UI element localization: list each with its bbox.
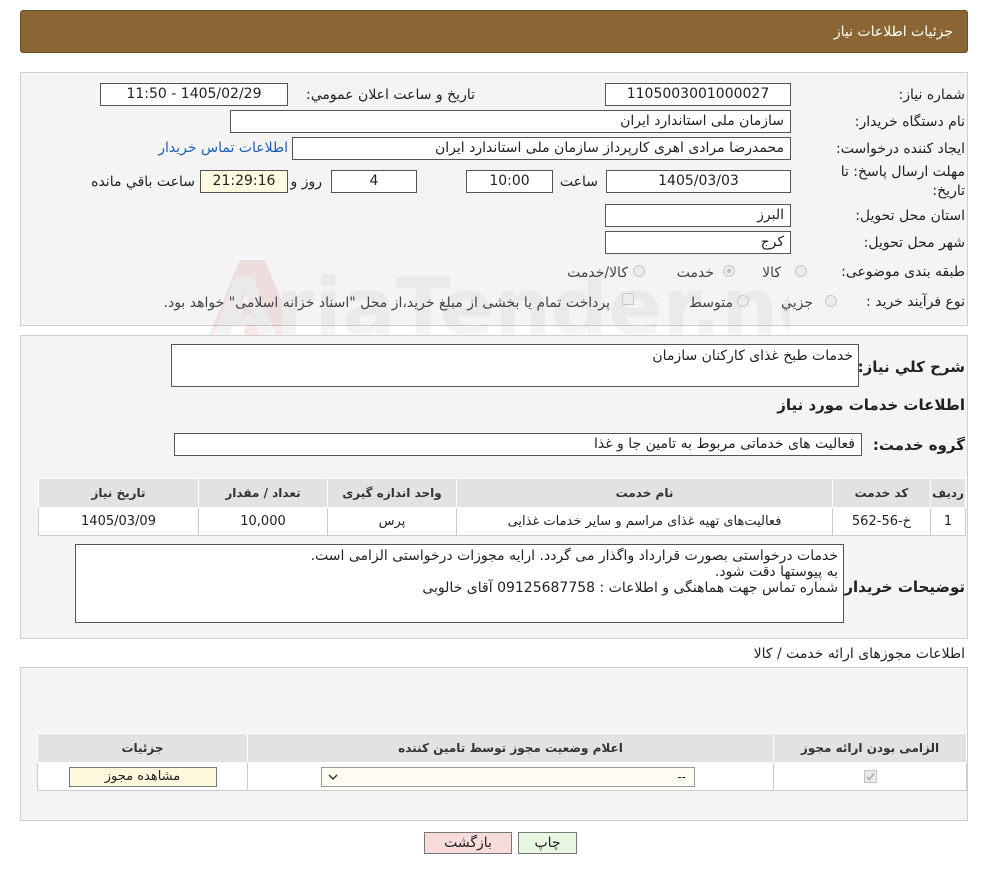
view-permit-button[interactable]: مشاهده مجوز <box>68 766 217 787</box>
buyer-notes-label: توضيحات خريدار: <box>838 578 965 596</box>
buyer-org-label: نام دستگاه خريدار: <box>854 114 965 130</box>
col-quantity: تعداد / مقدار <box>198 478 328 508</box>
deadline-label: مهلت ارسال پاسخ: تا <box>840 164 965 180</box>
summary-label: شرح کلي نياز: <box>857 358 965 376</box>
process-label: نوع فرآيند خريد : <box>866 294 965 310</box>
cell-code: خ-56-562 <box>832 507 931 536</box>
province-field: البرز <box>605 204 791 227</box>
back-button[interactable]: بازگشت <box>424 832 512 854</box>
province-label: استان محل تحويل: <box>855 208 965 224</box>
buyer-org-field: سازمان ملی استاندارد ایران <box>230 110 791 133</box>
remaining-time-field: 21:29:16 <box>200 170 288 193</box>
page-header: جزئیات اطلاعات نیاز <box>20 10 968 53</box>
cell-permit-details: مشاهده مجوز <box>37 762 248 791</box>
col-name: نام خدمت <box>456 478 833 508</box>
city-label: شهر محل تحويل: <box>863 235 965 251</box>
cell-permit-required <box>773 762 967 791</box>
permit-status-select[interactable]: -- <box>321 766 695 787</box>
permits-title: اطلاعات مجوزهای ارائه خدمت / کالا <box>753 646 965 662</box>
deadline-date-label: تاريخ: <box>932 183 965 199</box>
creator-label: ايجاد کننده درخواست: <box>836 141 965 157</box>
city-field: کرج <box>605 231 791 254</box>
check-icon <box>865 773 875 781</box>
category-goods-label: کالا <box>762 265 781 281</box>
cell-unit: پرس <box>327 507 457 536</box>
col-need-date: تاريخ نياز <box>38 478 199 508</box>
buyer-notes-line-3: شماره تماس جهت هماهنگی و اطلاعات : 09125… <box>422 580 838 596</box>
table-row: 1 خ-56-562 فعالیت‌های تهیه غذای مراسم و … <box>38 507 966 536</box>
process-radio-minor[interactable] <box>825 295 837 307</box>
process-minor-label: جزيي <box>781 295 813 311</box>
treasury-note: پرداخت تمام یا بخشی از مبلغ خرید،از محل … <box>163 295 610 311</box>
buyer-notes-textarea[interactable]: خدمات درخواستی بصورت قرارداد واگذار می گ… <box>75 544 844 623</box>
permit-status-value: -- <box>677 769 686 784</box>
permits-table-header: الزامی بودن ارائه مجوز اعلام وضعيت مجوز … <box>37 733 967 763</box>
process-radio-medium[interactable] <box>737 295 749 307</box>
category-radio-goods[interactable] <box>795 265 807 277</box>
cell-quantity: 10,000 <box>198 507 328 536</box>
category-label: طبقه بندی موضوعی: <box>841 264 965 280</box>
services-table-header: رديف کد خدمت نام خدمت واحد اندازه گيری ت… <box>38 478 966 508</box>
category-radio-goods-service[interactable] <box>633 265 645 277</box>
buyer-notes-line-2: به پیوستها دقت شود. <box>714 564 838 580</box>
col-permit-details: جزئيات <box>37 733 248 763</box>
days-field: 4 <box>331 170 417 193</box>
announce-date-label: تاریخ و ساعت اعلان عمومي: <box>306 87 475 103</box>
service-group-label: گروه خدمت: <box>872 436 965 454</box>
permit-required-checkbox[interactable] <box>863 770 877 783</box>
col-unit: واحد اندازه گيری <box>327 478 457 508</box>
summary-textarea[interactable]: خدمات طبخ غذای کارکنان سازمان <box>171 344 859 387</box>
cell-need-date: 1405/03/09 <box>38 507 199 536</box>
col-row: رديف <box>930 478 966 508</box>
process-medium-label: متوسط <box>689 295 733 311</box>
chevron-down-icon <box>328 773 338 780</box>
permits-table: الزامی بودن ارائه مجوز اعلام وضعيت مجوز … <box>37 733 967 791</box>
need-number-label: شماره نیاز: <box>898 87 966 103</box>
col-code: کد خدمت <box>832 478 931 508</box>
creator-field: محمدرضا مرادی اهری کارپرداز سازمان ملی ا… <box>292 137 791 160</box>
announce-date-field: 1405/02/29 - 11:50 <box>100 83 288 106</box>
page-title: جزئیات اطلاعات نیاز <box>833 24 953 40</box>
cell-name: فعالیت‌های تهیه غذای مراسم و سایر خدمات … <box>456 507 833 536</box>
services-table: رديف کد خدمت نام خدمت واحد اندازه گيری ت… <box>38 478 966 536</box>
treasury-checkbox[interactable] <box>622 293 634 305</box>
print-button[interactable]: چاپ <box>518 832 577 854</box>
table-row: -- مشاهده مجوز <box>37 762 967 791</box>
buyer-notes-line-1: خدمات درخواستی بصورت قرارداد واگذار می گ… <box>310 548 838 564</box>
col-permit-required: الزامی بودن ارائه مجوز <box>773 733 967 763</box>
category-goods-service-label: کالا/خدمت <box>567 265 628 281</box>
buyer-contact-link[interactable]: اطلاعات تماس خريدار <box>158 140 288 156</box>
cell-row: 1 <box>930 507 966 536</box>
deadline-time-field: 10:00 <box>466 170 553 193</box>
services-heading: اطلاعات خدمات مورد نياز <box>777 396 965 414</box>
days-label: روز و <box>290 174 323 190</box>
col-permit-status: اعلام وضعيت مجوز توسط تامين کننده <box>247 733 774 763</box>
deadline-date-field: 1405/03/03 <box>606 170 791 193</box>
deadline-time-label: ساعت <box>559 174 598 190</box>
cell-permit-status: -- <box>247 762 774 791</box>
category-service-label: خدمت <box>676 265 714 281</box>
remaining-time-label: ساعت باقي مانده <box>91 174 195 190</box>
need-number-field: 1105003001000027 <box>605 83 791 106</box>
service-group-field: فعالیت های خدماتی مربوط به تامین جا و غذ… <box>174 433 862 456</box>
category-radio-service[interactable] <box>723 265 735 277</box>
